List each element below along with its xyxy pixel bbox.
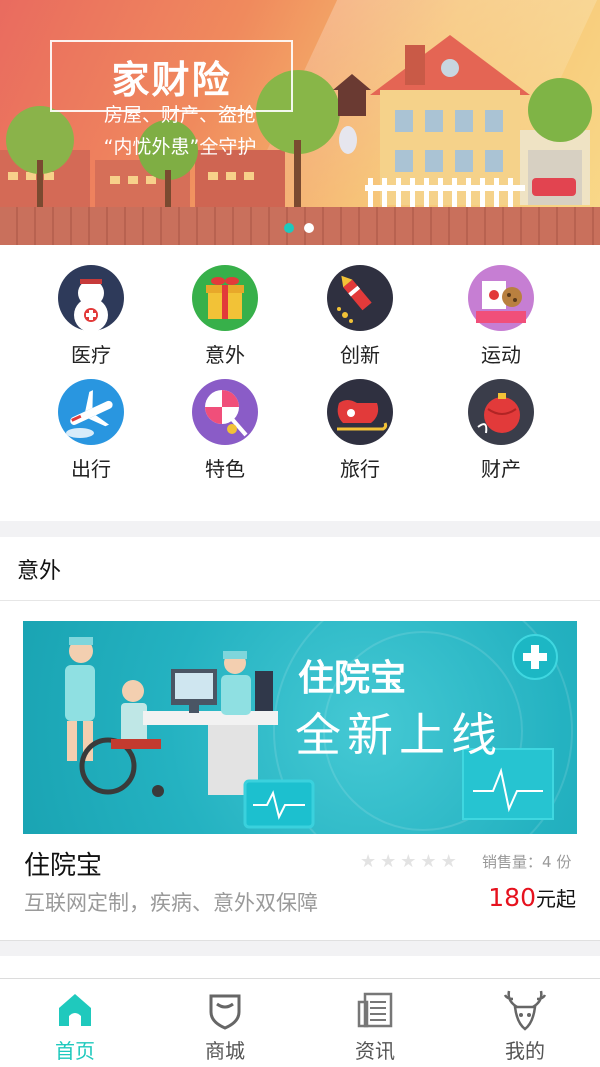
airplane-icon [58,379,124,445]
lollipop-icon [192,379,258,445]
sales-value: 4 份 [542,853,572,871]
banner-subtitle-line1: 房屋、财产、盗抢 [103,104,256,126]
star-icon: ★ [440,851,457,872]
category-label: 医疗 [71,343,111,367]
category-accident[interactable]: 意外 [165,265,285,368]
tab-label: 商城 [205,1039,245,1063]
banner-carousel[interactable]: 家财险 房屋、财产、盗抢 “内忧外患”全守护 [0,0,600,245]
star-icon: ★ [360,851,377,872]
tab-label: 我的 [505,1039,545,1063]
category-label: 旅行 [340,457,380,481]
product-image-title: 住院宝 [298,658,407,699]
next-section-peek [0,956,600,978]
star-icon: ★ [380,851,397,872]
rating-stars: ★ ★ ★ ★ ★ [360,851,457,872]
category-travel[interactable]: 出行 [31,379,151,482]
category-innovation[interactable]: 创新 [300,265,420,368]
deer-icon [503,989,547,1031]
tab-label: 首页 [55,1039,95,1063]
section-title: 意外 [17,558,62,584]
category-label: 出行 [71,457,111,481]
bottom-tab-bar: 首页 商城 资讯 我的 [0,978,600,1067]
star-icon: ★ [400,851,417,872]
shield-icon [203,989,247,1031]
banner-subtitle-line2: “内忧外患”全守护 [103,136,257,158]
carousel-dot-2[interactable] [304,223,314,233]
sales-label: 销售量： [482,853,543,871]
product-card[interactable]: 住院宝 全新上线 住院宝 ★ ★ ★ ★ ★ 销售量：4 份 互联网定制，疾病、… [0,601,600,940]
category-label: 财产 [481,457,521,481]
category-label: 特色 [205,457,245,481]
tab-news[interactable]: 资讯 [300,979,450,1067]
carousel-indicator [284,223,314,233]
product-image[interactable]: 住院宝 全新上线 [23,621,577,834]
carousel-dot-1[interactable] [284,223,294,233]
home-icon [53,989,97,1031]
sleigh-icon [327,379,393,445]
banner-title: 家财险 [111,57,232,102]
category-medical[interactable]: 医疗 [31,265,151,368]
tab-mall[interactable]: 商城 [150,979,300,1067]
sales-count: 销售量：4 份 [482,851,571,872]
gift-box-icon [192,265,258,331]
category-grid: 医疗 意外 创新 运动 出行 特色 旅行 财产 [0,245,600,521]
category-tourism[interactable]: 旅行 [300,379,420,482]
category-property[interactable]: 财产 [441,379,561,482]
tab-label: 资讯 [355,1039,395,1063]
star-icon: ★ [420,851,437,872]
product-description: 互联网定制，疾病、意外双保障 [24,891,318,915]
ornament-ball-icon [468,379,534,445]
category-label: 意外 [205,343,245,367]
category-sports[interactable]: 运动 [441,265,561,368]
newspaper-icon [353,989,397,1031]
category-special[interactable]: 特色 [165,379,285,482]
price-suffix: 元起 [536,887,576,911]
section-divider [0,940,600,956]
product-image-subtitle: 全新上线 [295,708,503,762]
firework-rocket-icon [327,265,393,331]
snowman-medical-icon [58,265,124,331]
section-header: 意外 [0,537,600,601]
category-label: 创新 [340,343,380,367]
product-name: 住院宝 [24,851,103,881]
price-value: 180 [488,883,536,912]
cookie-box-icon [468,265,534,331]
category-label: 运动 [481,343,521,367]
tab-profile[interactable]: 我的 [450,979,600,1067]
tab-home[interactable]: 首页 [0,979,150,1067]
product-price: 180元起 [488,883,576,912]
